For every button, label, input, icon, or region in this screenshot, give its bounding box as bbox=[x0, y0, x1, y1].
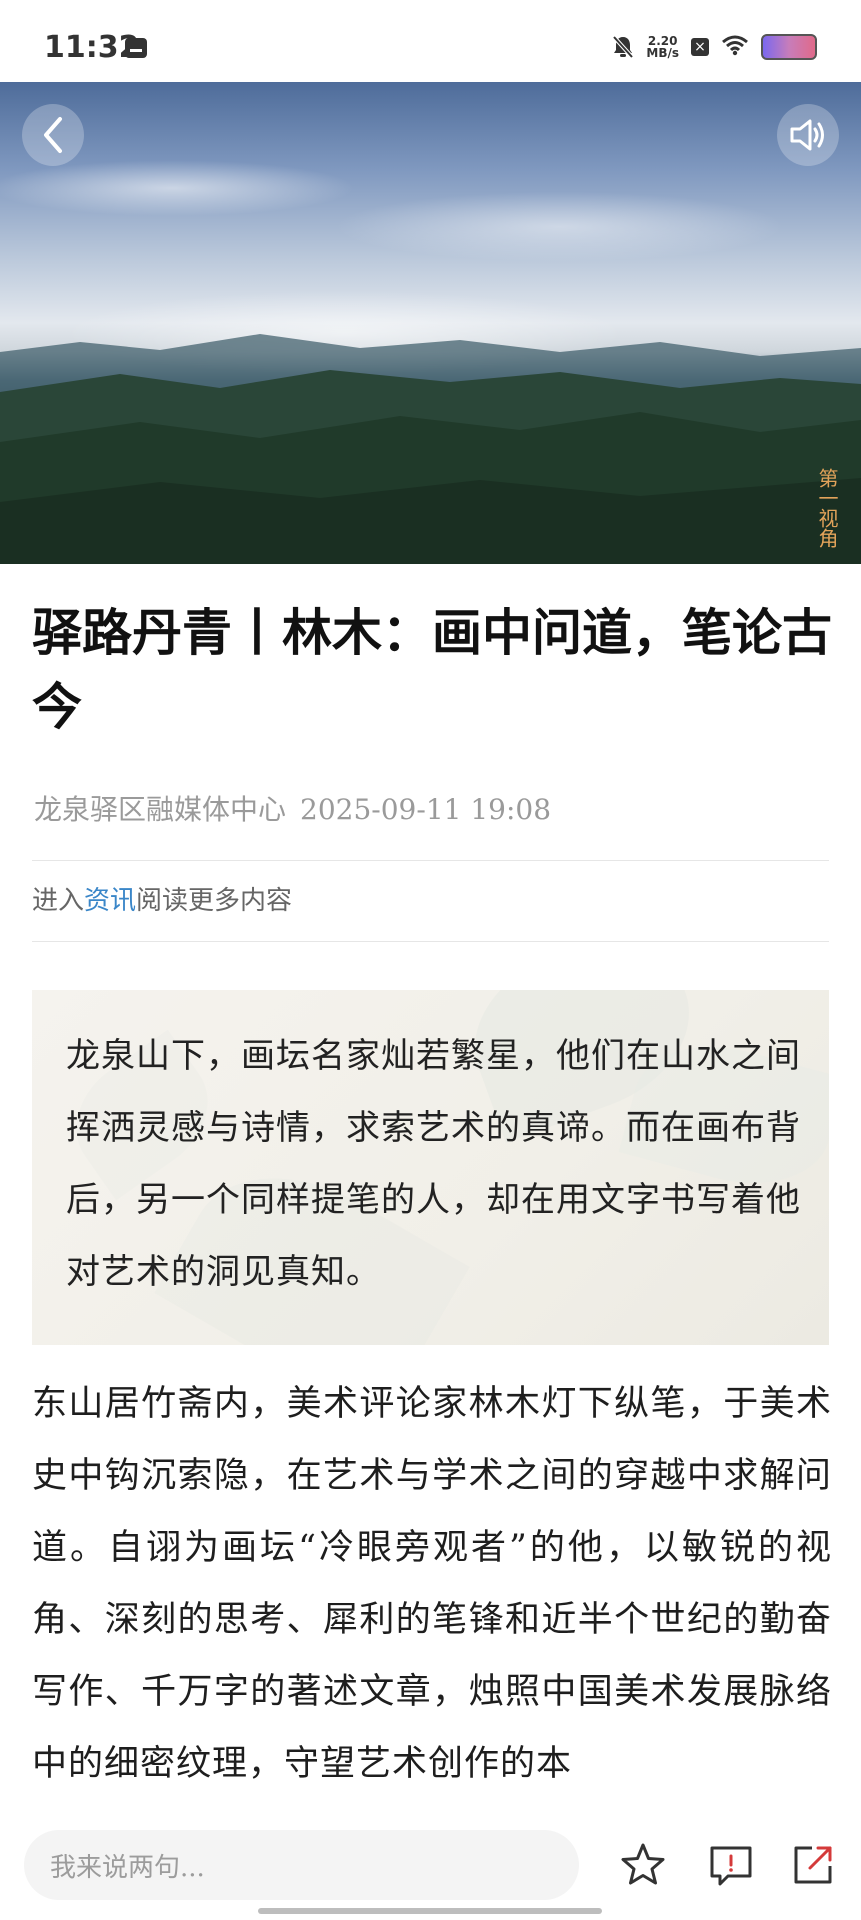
star-icon bbox=[621, 1843, 665, 1885]
news-link[interactable]: 资讯 bbox=[84, 886, 136, 916]
status-icons: 2.20 MB/s × bbox=[612, 34, 817, 60]
hero-mountains bbox=[0, 334, 861, 564]
sound-button[interactable] bbox=[777, 104, 839, 166]
article-title: 驿路丹青丨林木：画中问道，笔论古今 bbox=[32, 603, 832, 736]
net-speed: 2.20 MB/s bbox=[646, 35, 679, 59]
comment-placeholder: 我来说两句... bbox=[50, 1852, 205, 1883]
status-bar: 11:32 2.20 MB/s × bbox=[0, 0, 861, 82]
battery-icon bbox=[761, 34, 817, 60]
favorite-button[interactable] bbox=[618, 1840, 668, 1890]
hero-badge: 第一视角 bbox=[815, 468, 839, 548]
mute-bell-icon bbox=[612, 35, 634, 59]
message-icon bbox=[125, 38, 147, 58]
read-more-prefix: 进入 bbox=[32, 886, 85, 916]
speaker-icon bbox=[790, 119, 824, 151]
read-more-suffix: 阅读更多内容 bbox=[136, 886, 293, 916]
article-body: 东山居竹斋内，美术评论家林木灯下纵笔，于美术史中钩沉索隐，在艺术与学术之间的穿越… bbox=[32, 1384, 832, 1784]
article-meta: 龙泉驿区融媒体中心 2025-09-11 19:08 bbox=[34, 788, 551, 828]
comments-button[interactable] bbox=[706, 1840, 756, 1890]
close-box-icon: × bbox=[691, 38, 709, 56]
divider bbox=[32, 860, 829, 861]
divider bbox=[32, 941, 829, 942]
comment-input[interactable]: 我来说两句... bbox=[24, 1830, 579, 1900]
wifi-icon bbox=[721, 34, 749, 60]
comment-icon bbox=[710, 1846, 752, 1886]
back-button[interactable] bbox=[22, 104, 84, 166]
share-button[interactable] bbox=[788, 1840, 838, 1890]
read-more-row: 进入资讯阅读更多内容 bbox=[32, 880, 292, 917]
summary-text: 龙泉山下，画坛名家灿若繁星，他们在山水之间挥洒灵感与诗情，求索艺术的真谛。而在画… bbox=[66, 1036, 801, 1292]
bottom-bar: 我来说两句... bbox=[0, 1810, 861, 1920]
net-speed-unit: MB/s bbox=[646, 46, 679, 60]
article-source[interactable]: 龙泉驿区融媒体中心 bbox=[34, 793, 286, 826]
summary-box: 龙泉山下，画坛名家灿若繁星，他们在山水之间挥洒灵感与诗情，求索艺术的真谛。而在画… bbox=[32, 990, 829, 1345]
home-indicator[interactable] bbox=[258, 1908, 602, 1914]
chevron-left-icon bbox=[44, 117, 62, 153]
hero-image: 第一视角 bbox=[0, 82, 861, 564]
article-date: 2025-09-11 19:08 bbox=[300, 793, 552, 826]
share-icon bbox=[794, 1846, 832, 1884]
